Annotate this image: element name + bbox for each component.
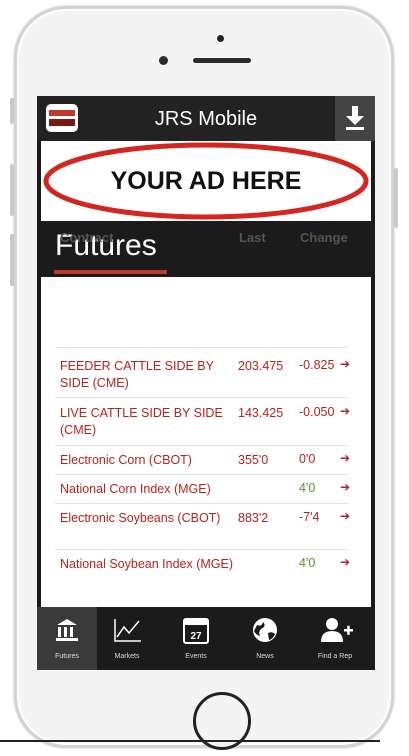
table-row-last: 883'2 bbox=[238, 511, 269, 525]
front-camera bbox=[159, 56, 168, 65]
app-title: JRS Mobile bbox=[154, 108, 258, 130]
calendar-day: 27 bbox=[190, 631, 202, 642]
table-row-last: 355'0 bbox=[238, 453, 269, 467]
speaker-grille bbox=[193, 58, 251, 63]
column-header-contract: Contract bbox=[60, 230, 114, 245]
row-divider bbox=[55, 445, 349, 446]
tab-label: Futures bbox=[55, 653, 79, 660]
row-divider bbox=[55, 397, 349, 398]
header-divider bbox=[55, 347, 349, 348]
arrow-right-icon[interactable]: ➔ bbox=[340, 357, 350, 371]
bank-icon bbox=[56, 619, 78, 641]
side-button-volume-up bbox=[10, 164, 14, 216]
add-person-icon bbox=[321, 618, 353, 642]
arrow-right-icon[interactable]: ➔ bbox=[340, 451, 350, 465]
tab-label: Markets bbox=[114, 653, 140, 660]
tab-markets[interactable]: Markets bbox=[97, 607, 157, 670]
table-row-change: -0.825 bbox=[299, 358, 335, 372]
title-underline bbox=[54, 270, 167, 274]
arrow-right-icon[interactable]: ➔ bbox=[340, 480, 350, 494]
table-row-change: -0.050 bbox=[299, 405, 335, 419]
tab-label: News bbox=[256, 653, 274, 660]
table-row-change: 4'0 bbox=[299, 481, 316, 495]
ground-line bbox=[0, 740, 380, 742]
table-row-contract[interactable]: LIVE CATTLE SIDE BY SIDE (CME) bbox=[60, 405, 235, 439]
table-row-contract[interactable]: Electronic Soybeans (CBOT) bbox=[60, 510, 235, 527]
download-button[interactable] bbox=[335, 96, 375, 141]
arrow-right-icon[interactable]: ➔ bbox=[340, 509, 350, 523]
table-row-last: 203.475 bbox=[238, 359, 284, 373]
side-button-volume-down bbox=[10, 234, 14, 286]
tab-label: Find a Rep bbox=[317, 653, 353, 660]
chart-icon bbox=[114, 619, 141, 642]
camera-dot bbox=[217, 35, 224, 42]
side-button-power bbox=[394, 168, 398, 228]
row-divider bbox=[55, 474, 349, 475]
arrow-right-icon[interactable]: ➔ bbox=[340, 555, 350, 569]
arrow-right-icon[interactable]: ➔ bbox=[340, 404, 350, 418]
table-row-contract[interactable]: National Corn Index (MGE) bbox=[60, 481, 235, 498]
column-header-last: Last bbox=[239, 230, 266, 245]
tab-find-a-rep[interactable]: Find a Rep bbox=[305, 607, 365, 670]
column-header-change: Change bbox=[300, 230, 348, 245]
tab-label: Events bbox=[185, 653, 207, 660]
tab-news[interactable]: News bbox=[235, 607, 295, 670]
top-bar: JRS Mobile bbox=[37, 96, 375, 141]
ad-banner[interactable]: YOUR AD HERE bbox=[41, 141, 371, 221]
ad-text: YOUR AD HERE bbox=[110, 167, 302, 195]
side-button-mute bbox=[10, 98, 14, 124]
tab-events[interactable]: 27 Events bbox=[166, 607, 226, 670]
table-row-last: 143.425 bbox=[238, 406, 284, 420]
table-row-change: 4'0 bbox=[299, 556, 316, 570]
bottom-tab-bar: Futures Markets 27 Events News Find a Re… bbox=[37, 607, 375, 670]
table-row-contract[interactable]: FEEDER CATTLE SIDE BY SIDE (CME) bbox=[60, 358, 235, 392]
table-row-contract[interactable]: National Soybean Index (MGE) bbox=[60, 556, 235, 573]
row-divider bbox=[55, 503, 349, 504]
table-row-contract[interactable]: Electronic Corn (CBOT) bbox=[60, 452, 235, 469]
table-row-change: 0'0 bbox=[299, 452, 316, 466]
row-divider bbox=[55, 549, 349, 550]
table-row-change: -7'4 bbox=[299, 510, 320, 524]
globe-icon bbox=[253, 618, 277, 642]
calendar-icon: 27 bbox=[183, 618, 209, 644]
download-icon bbox=[346, 106, 364, 130]
tab-futures[interactable]: Futures bbox=[37, 607, 97, 670]
